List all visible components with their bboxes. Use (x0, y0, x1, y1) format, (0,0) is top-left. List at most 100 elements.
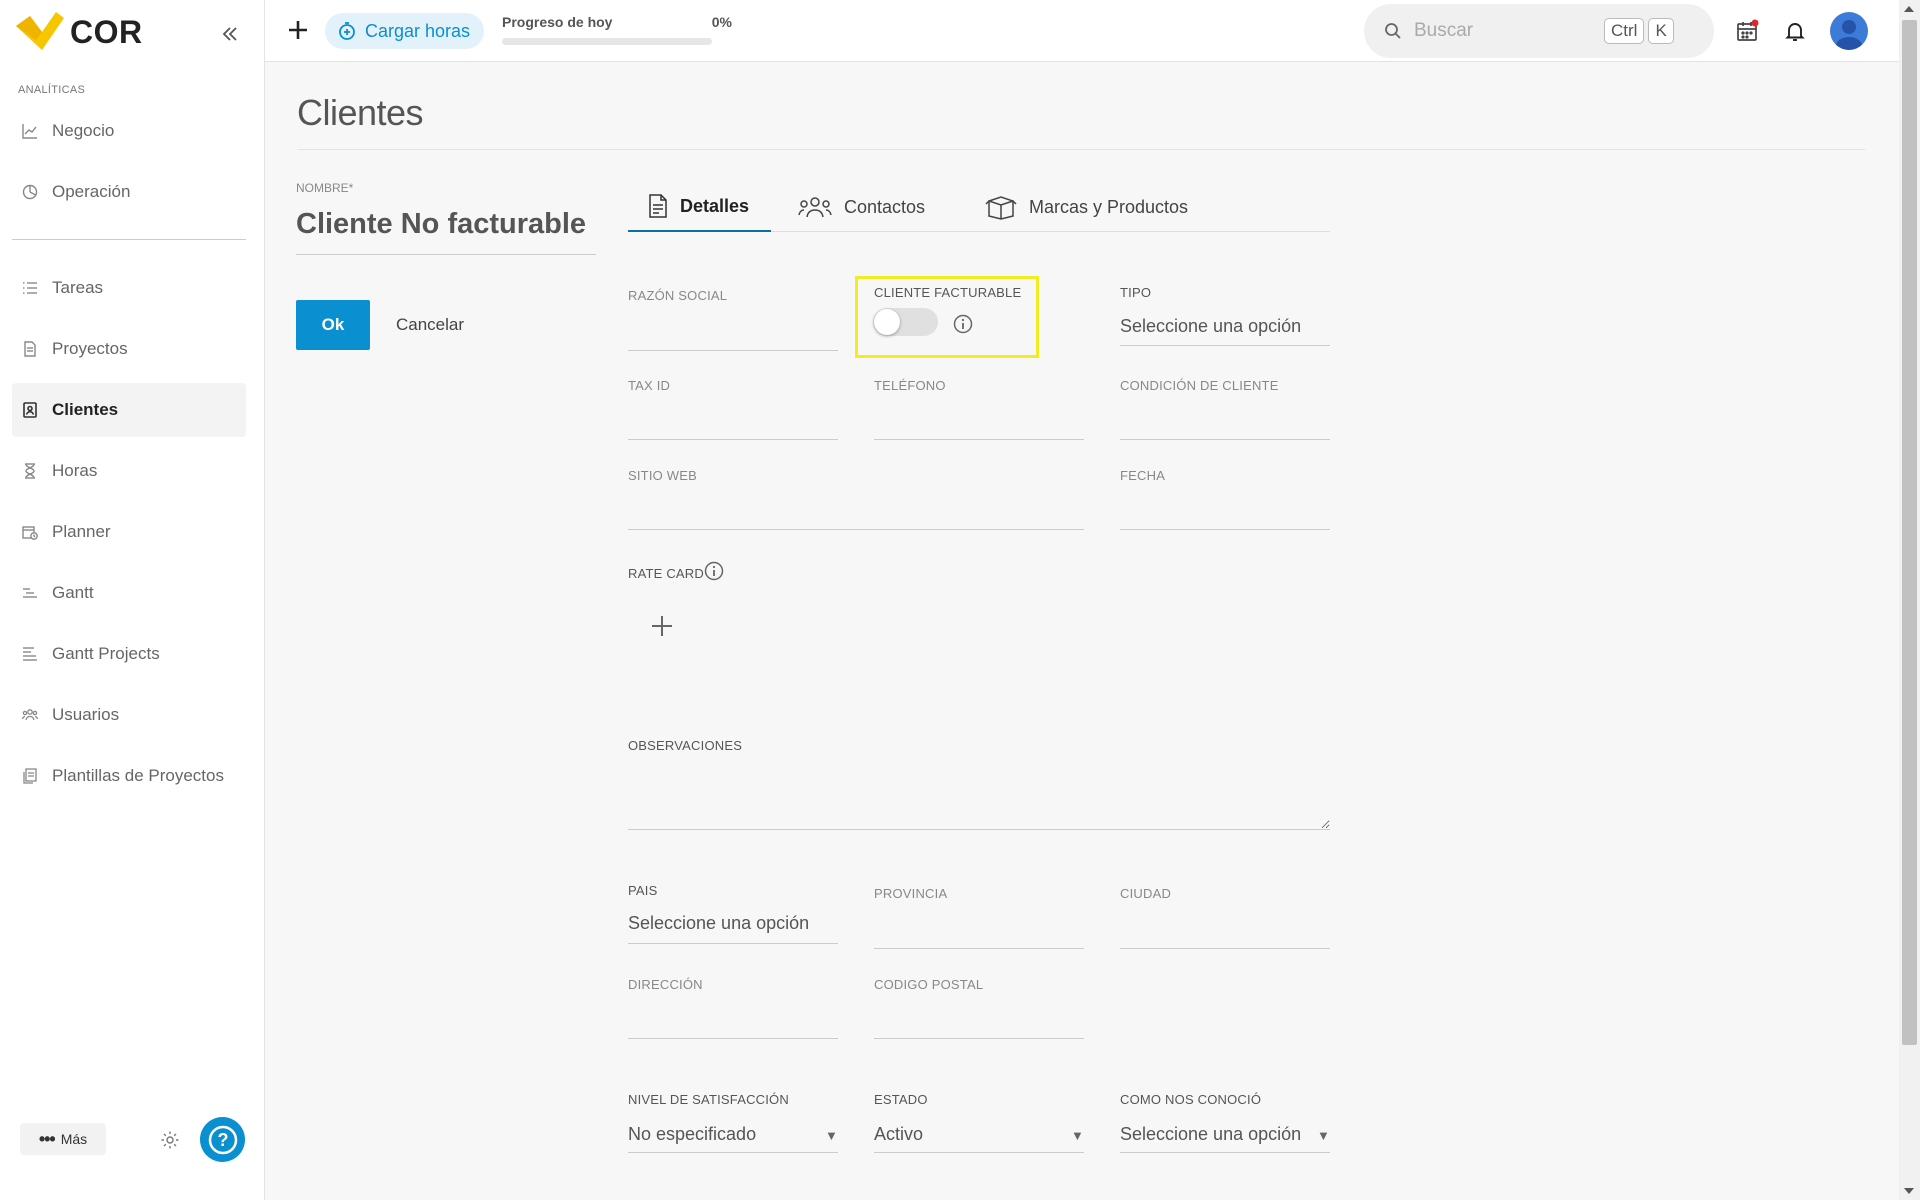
scroll-thumb[interactable] (1902, 20, 1917, 1045)
calendar-icon[interactable] (1735, 19, 1759, 43)
estado-underline (874, 1152, 1084, 1153)
estado-select[interactable]: Activo (874, 1124, 923, 1145)
progress-bar (502, 38, 712, 45)
logo[interactable]: COR (16, 12, 143, 52)
tab-contactos[interactable]: Contactos (798, 182, 925, 232)
observaciones-label: OBSERVACIONES (628, 738, 743, 753)
tipo-underline (1120, 345, 1330, 346)
codigo-postal-label: CODIGO POSTAL (874, 977, 984, 992)
razon-social-input[interactable] (628, 350, 838, 351)
sidebar-item-usuarios[interactable]: Usuarios (12, 688, 246, 742)
condicion-label: CONDICIÓN DE CLIENTE (1120, 378, 1279, 393)
avatar[interactable] (1830, 12, 1868, 50)
scroll-up-icon[interactable] (1904, 6, 1914, 12)
sidebar-item-gantt-projects[interactable]: Gantt Projects (12, 627, 246, 681)
sidebar-item-negocio[interactable]: Negocio (12, 104, 246, 158)
add-icon[interactable] (285, 17, 311, 43)
razon-social-label: RAZÓN SOCIAL (628, 288, 728, 303)
sidebar-item-label: Clientes (52, 400, 119, 419)
hourglass-icon (22, 463, 38, 479)
info-icon[interactable] (704, 561, 724, 581)
chevron-down-icon[interactable]: ▼ (825, 1128, 838, 1143)
sidebar-item-label: Planner (52, 522, 111, 541)
name-field[interactable]: Cliente No facturable (296, 208, 586, 241)
telefono-input[interactable] (874, 439, 1084, 440)
nivel-label: NIVEL DE SATISFACCIÓN (628, 1092, 789, 1107)
search-input[interactable] (1414, 20, 1604, 42)
chevron-down-icon[interactable]: ▼ (1071, 1128, 1084, 1143)
pais-select[interactable]: Seleccione una opción (628, 913, 809, 934)
sitio-web-input[interactable] (628, 529, 1084, 530)
sidebar-item-horas[interactable]: Horas (12, 444, 246, 498)
more-dots-icon: ••• (38, 1129, 56, 1149)
sidebar-item-operacion[interactable]: Operación (12, 165, 246, 219)
more-label: Más (60, 1131, 88, 1147)
ciudad-label: CIUDAD (1120, 886, 1172, 901)
cargar-horas-label: Cargar horas (365, 20, 471, 41)
gear-icon[interactable] (160, 1130, 180, 1150)
sidebar-item-gantt[interactable]: Gantt (12, 566, 246, 620)
sidebar-item-planner[interactable]: Planner (12, 505, 246, 559)
page-title: Clientes (297, 92, 424, 133)
condicion-input[interactable] (1120, 439, 1330, 440)
sidebar-item-label: Proyectos (52, 339, 128, 358)
search-box[interactable]: Ctrl K (1364, 4, 1714, 58)
bell-icon[interactable] (1783, 19, 1807, 43)
sidebar-divider (12, 239, 246, 240)
codigo-postal-input[interactable] (874, 1038, 1084, 1039)
top-bar: Cargar horas Progreso de hoy 0% Ctrl K (265, 0, 1899, 62)
sidebar-item-label: Horas (52, 461, 98, 480)
kbd-k: K (1648, 18, 1674, 44)
tipo-select[interactable]: Seleccione una opción (1120, 316, 1301, 337)
page-scrollbar[interactable] (1899, 0, 1920, 1200)
como-label: COMO NOS CONOCIÓ (1120, 1092, 1262, 1107)
tab-label: Detalles (680, 195, 750, 216)
sidebar: COR ANALÍTICAS Negocio Operación Tareas … (0, 0, 265, 1200)
tax-id-input[interactable] (628, 439, 838, 440)
sidebar-item-tareas[interactable]: Tareas (12, 261, 246, 315)
cargar-horas-button[interactable]: Cargar horas (325, 13, 485, 49)
direccion-input[interactable] (628, 1038, 838, 1039)
cliente-facturable-toggle[interactable] (873, 308, 938, 336)
more-button[interactable]: ••• Más (20, 1123, 106, 1155)
progress-value: 0% (711, 14, 732, 30)
collapse-sidebar-icon[interactable] (218, 22, 242, 46)
direccion-label: DIRECCIÓN (628, 977, 703, 992)
sidebar-item-label: Plantillas de Proyectos (52, 766, 224, 785)
ciudad-input[interactable] (1120, 948, 1330, 949)
provincia-label: PROVINCIA (874, 886, 948, 901)
nivel-select[interactable]: No especificado (628, 1124, 756, 1145)
info-icon[interactable] (953, 314, 973, 334)
tab-detalles[interactable]: Detalles (628, 182, 772, 232)
tab-marcas-productos[interactable]: Marcas y Productos (985, 182, 1188, 232)
sidebar-item-label: Negocio (52, 121, 115, 140)
provincia-input[interactable] (874, 948, 1084, 949)
scroll-down-icon[interactable] (1904, 1188, 1914, 1194)
sidebar-item-clientes[interactable]: Clientes (12, 383, 246, 437)
kbd-ctrl: Ctrl (1604, 18, 1645, 44)
sidebar-item-proyectos[interactable]: Proyectos (12, 322, 246, 376)
pais-label: PAIS (628, 883, 658, 898)
timer-plus-icon (339, 22, 355, 40)
observaciones-textarea[interactable] (628, 766, 1330, 830)
chevron-down-icon[interactable]: ▼ (1317, 1128, 1330, 1143)
cancel-button[interactable]: Cancelar (396, 300, 464, 350)
cliente-facturable-label: CLIENTE FACTURABLE (874, 285, 1022, 300)
ok-button[interactable]: Ok (296, 300, 370, 350)
help-button[interactable]: ? (200, 1117, 245, 1162)
como-select[interactable]: Seleccione una opción (1120, 1124, 1301, 1145)
sidebar-item-label: Operación (52, 182, 131, 201)
sidebar-item-plantillas[interactable]: Plantillas de Proyectos (12, 749, 246, 803)
task-list-icon (22, 280, 38, 296)
user-icon (1836, 20, 1862, 50)
telefono-label: TELÉFONO (874, 378, 946, 393)
name-label: NOMBRE* (296, 181, 354, 195)
gantt-lines-icon (22, 646, 38, 662)
title-divider (297, 149, 1865, 150)
svg-text:?: ? (217, 1130, 228, 1150)
add-rate-card-icon[interactable] (650, 614, 674, 638)
fecha-input[interactable] (1120, 529, 1330, 530)
estado-label: ESTADO (874, 1092, 928, 1107)
users-icon (798, 197, 832, 218)
toggle-knob (874, 309, 900, 335)
